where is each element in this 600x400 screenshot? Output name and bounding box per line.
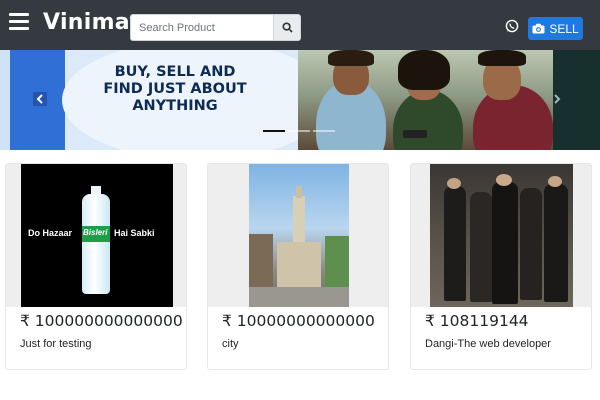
product-title: Just for testing (20, 338, 92, 350)
promo-line: FIND JUST ABOUT (103, 81, 247, 97)
promo-line: BUY, SELL AND (114, 64, 236, 80)
product-image (411, 164, 591, 307)
image-caption-left: Do Hazaar (28, 228, 73, 238)
carousel-next-button[interactable] (550, 92, 564, 106)
promo-text: BUY, SELL AND FIND JUST ABOUT ANYTHING (95, 64, 255, 115)
menu-toggle-button[interactable] (9, 13, 29, 31)
carousel-photo (298, 50, 553, 150)
navbar: Vinimay SELL (0, 0, 600, 50)
product-image: Bisleri Do Hazaar Hai Sabki (6, 164, 186, 307)
chevron-left-icon (36, 94, 43, 104)
brand-logo[interactable]: Vinimay (43, 10, 144, 35)
search-input[interactable] (130, 14, 273, 41)
product-title: city (222, 338, 239, 350)
chevron-right-icon (554, 94, 561, 104)
product-card[interactable]: ₹ 108119144 Dangi-The web developer (410, 163, 592, 370)
carousel-prev-button[interactable] (33, 92, 47, 106)
carousel-indicator[interactable] (263, 130, 285, 132)
bottle-brand: Bisleri (83, 228, 108, 237)
product-price: ₹ 10000000000000 (222, 312, 375, 330)
product-image (208, 164, 388, 307)
search-button[interactable] (273, 14, 301, 41)
search-icon (281, 22, 293, 33)
sell-button-label: SELL (549, 21, 579, 36)
promo-banner: BUY, SELL AND FIND JUST ABOUT ANYTHING (10, 50, 332, 150)
search-bar (130, 14, 301, 41)
promo-line: ANYTHING (132, 98, 218, 114)
carousel-indicator[interactable] (288, 130, 310, 132)
sell-button[interactable]: SELL (528, 17, 583, 40)
carousel-indicators (263, 130, 335, 132)
product-card[interactable]: ₹ 10000000000000 city (207, 163, 389, 370)
product-card[interactable]: Bisleri Do Hazaar Hai Sabki ₹ 1000000000… (5, 163, 187, 370)
whatsapp-icon[interactable] (505, 19, 519, 33)
carousel-indicator[interactable] (313, 130, 335, 132)
product-title: Dangi-The web developer (425, 338, 551, 350)
product-price: ₹ 100000000000000 (20, 312, 183, 330)
camera-icon (532, 23, 545, 34)
product-price: ₹ 108119144 (425, 312, 529, 330)
hero-carousel: BUY, SELL AND FIND JUST ABOUT ANYTHING (0, 50, 600, 150)
image-caption-right: Hai Sabki (114, 228, 155, 238)
